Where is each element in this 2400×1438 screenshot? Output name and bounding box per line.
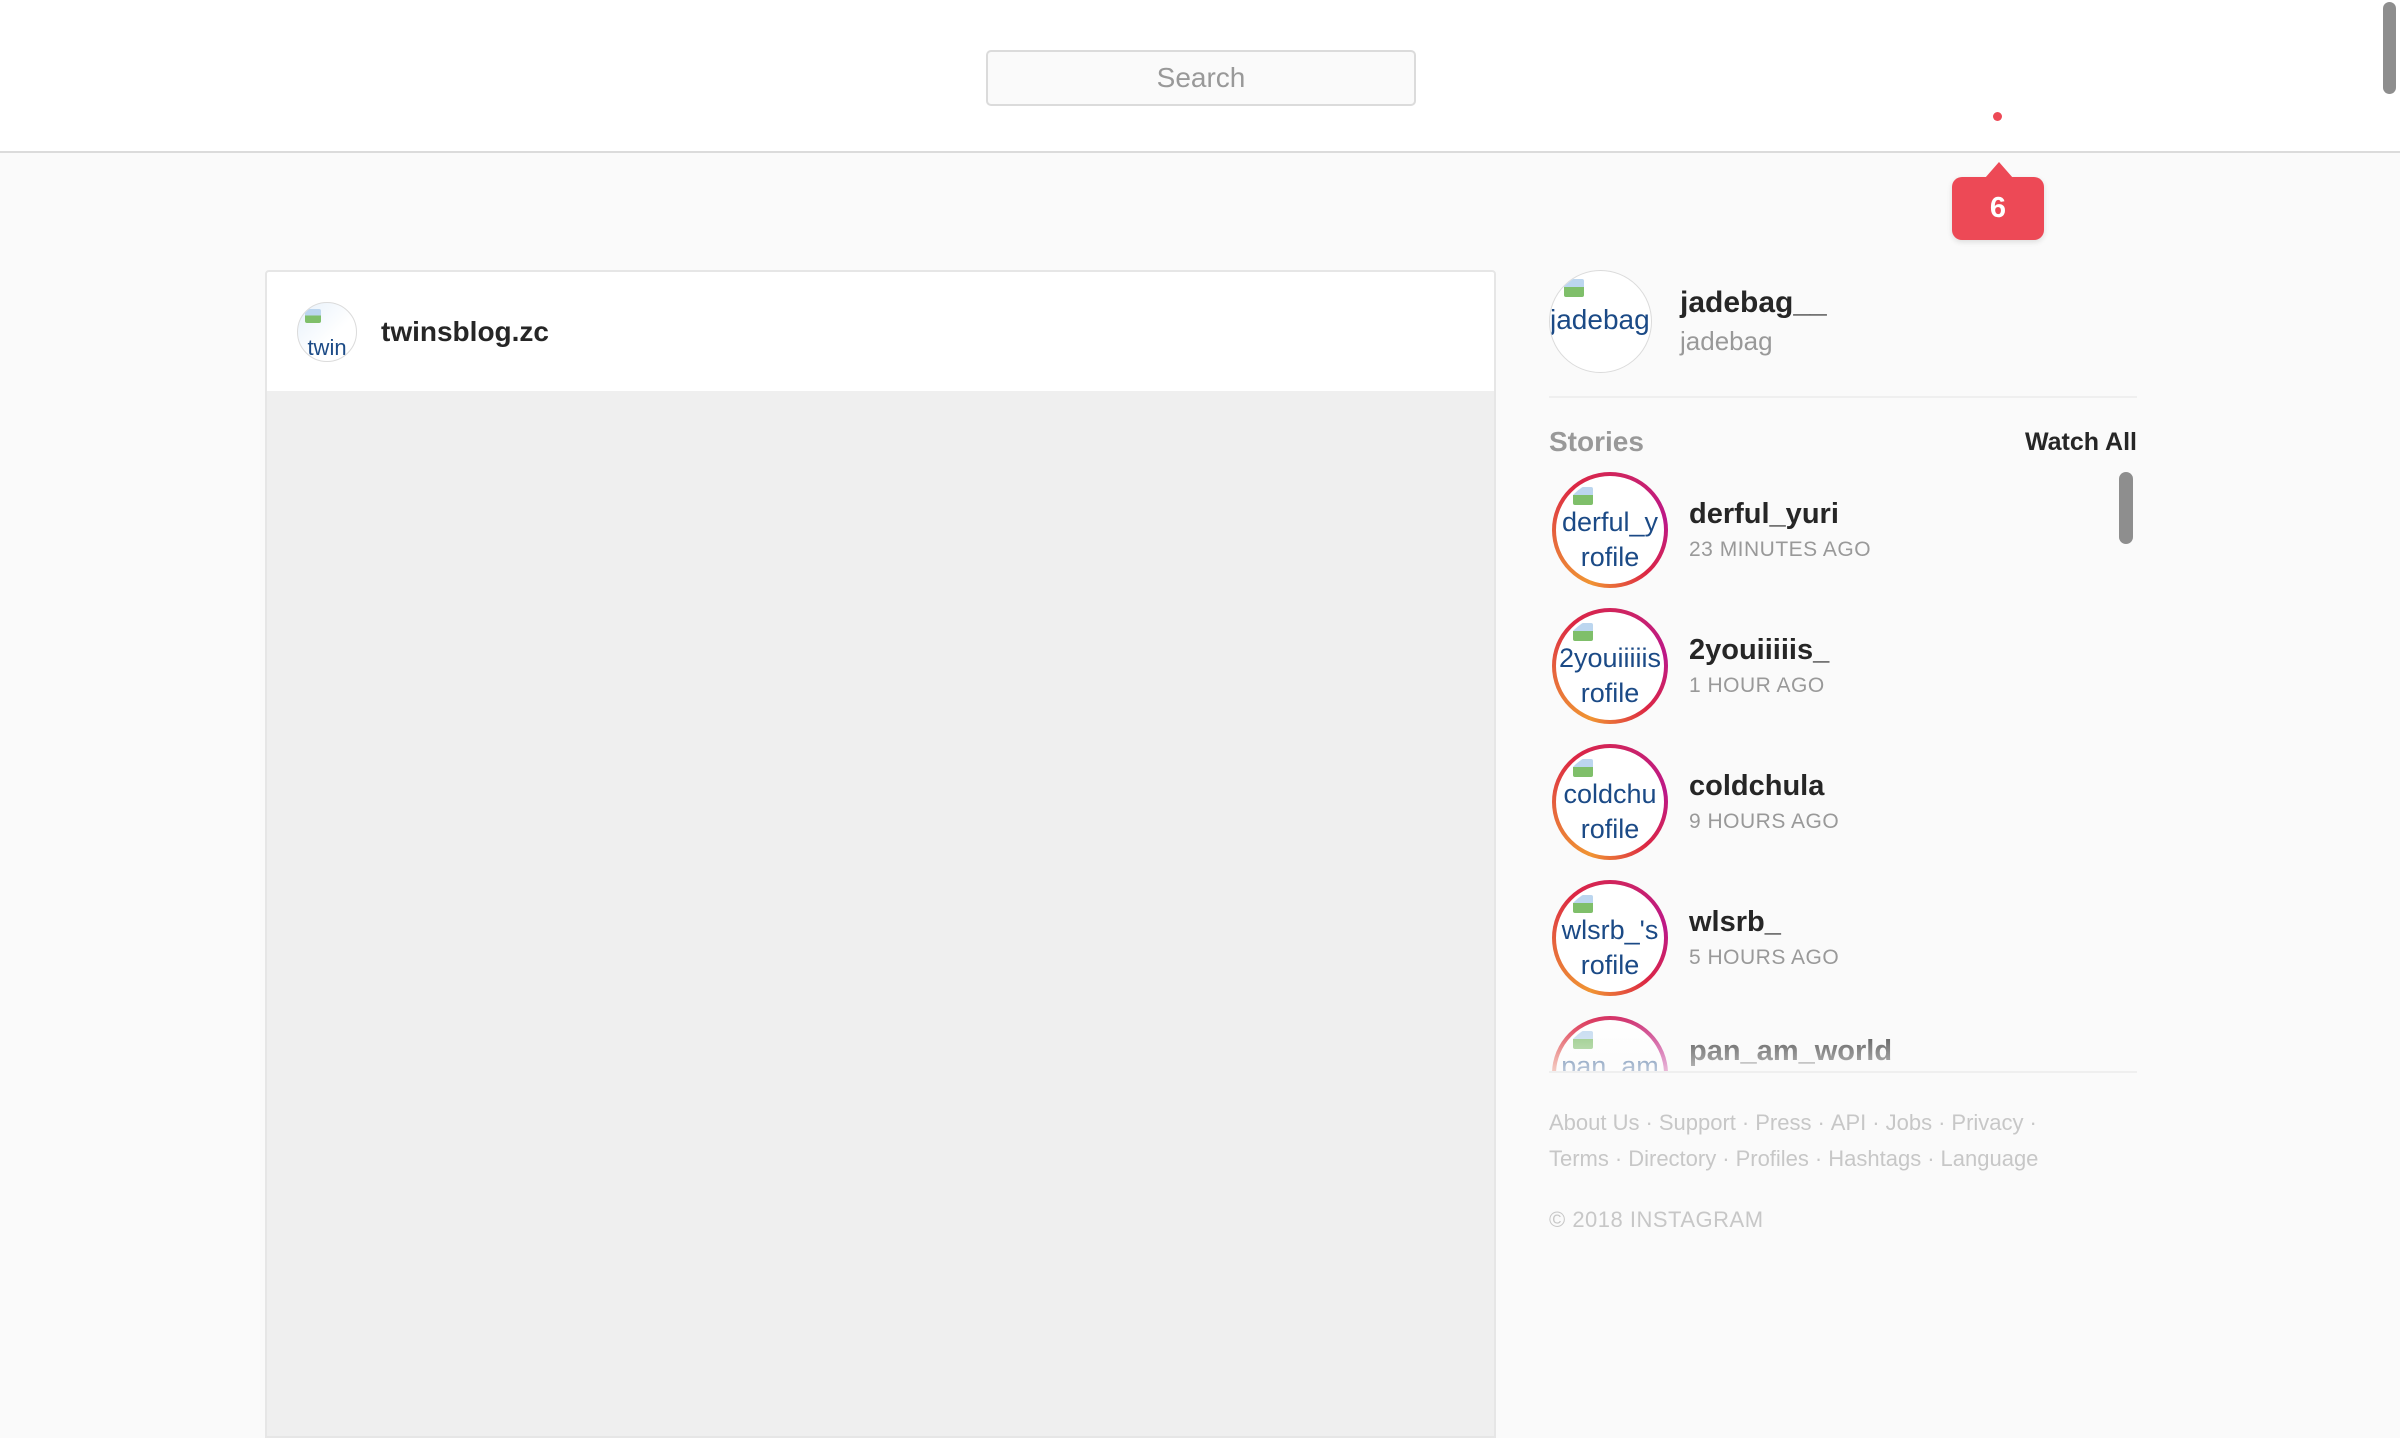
story-timestamp: 5 HOURS AGO — [1689, 946, 1840, 969]
story-avatar: 2youiiiiis rofile — [1556, 612, 1664, 720]
stories-header: Stories Watch All — [1549, 425, 2137, 459]
stories-title: Stories — [1549, 426, 1644, 457]
current-user-avatar-alt: jadebag rofile — [1550, 304, 1651, 335]
top-navigation-bar: Search — [0, 0, 2400, 153]
broken-image-icon — [1573, 895, 1593, 913]
search-input[interactable]: Search — [986, 50, 1416, 106]
broken-image-icon — [1573, 759, 1593, 777]
story-info: wlsrb_ 5 HOURS AGO — [1689, 906, 1839, 970]
current-user-fullname: jadebag — [1680, 326, 1773, 356]
story-avatar: wlsrb_'s rofile — [1556, 884, 1664, 992]
activity-notification-badge[interactable]: 6 — [1952, 162, 2044, 240]
footer-link-directory[interactable]: Directory — [1628, 1146, 1716, 1171]
story-avatar: coldchu rofile — [1556, 748, 1664, 856]
footer-link-language[interactable]: Language — [1941, 1146, 2039, 1171]
story-username: derful_yuri — [1689, 498, 1839, 530]
post-author-avatar[interactable]: twin — [297, 301, 357, 362]
story-ring: wlsrb_'s rofile — [1552, 880, 1668, 996]
story-avatar-alt: rofile — [1580, 814, 1640, 844]
post-author-username[interactable]: twinsblog.zc — [381, 316, 549, 348]
story-avatar-alt: derful_y — [1561, 507, 1659, 537]
story-avatar: derful_y rofile — [1556, 476, 1664, 584]
current-user-card: jadebag rofile jadebag__ jadebag — [1549, 270, 2137, 373]
feed-post: twin twinsblog.zc — [265, 270, 1496, 1438]
current-user-info: jadebag__ jadebag — [1680, 286, 1827, 357]
stories-list[interactable]: derful_y rofile derful_yuri 23 MINUTES A… — [1549, 470, 2137, 1071]
footer-link-profiles[interactable]: Profiles — [1736, 1146, 1809, 1171]
current-user-avatar[interactable]: jadebag rofile — [1549, 270, 1652, 373]
copyright-text: © 2018 INSTAGRAM — [1549, 1207, 1764, 1232]
footer-link-jobs[interactable]: Jobs — [1886, 1110, 1932, 1135]
sidebar-divider — [1549, 1071, 2137, 1073]
broken-image-icon — [305, 308, 321, 323]
broken-image-icon — [1573, 487, 1593, 505]
story-avatar-alt: rofile — [1580, 678, 1640, 708]
story-avatar-alt: rofile — [1580, 542, 1640, 572]
post-header: twin twinsblog.zc — [267, 272, 1494, 392]
stories-scrollbar[interactable] — [2119, 472, 2133, 544]
stories-fade-overlay — [1549, 1011, 2137, 1071]
story-item[interactable]: wlsrb_'s rofile wlsrb_ 5 HOURS AGO — [1552, 880, 1839, 996]
story-timestamp: 1 HOUR AGO — [1689, 674, 1825, 697]
story-info: derful_yuri 23 MINUTES AGO — [1689, 498, 1871, 562]
search-placeholder: Search — [1156, 62, 1246, 93]
story-ring: derful_y rofile — [1552, 472, 1668, 588]
current-user-username[interactable]: jadebag__ — [1680, 286, 1827, 320]
post-avatar-alt-text: twin — [307, 334, 347, 360]
broken-image-icon — [1573, 623, 1593, 641]
footer-links: About Us · Support · Press · API · Jobs · Privacy ·… — [1549, 1110, 2039, 1171]
story-avatar-alt: 2youiiiiis — [1559, 643, 1662, 673]
story-item[interactable]: coldchu rofile coldchula 9 HOURS AGO — [1552, 744, 1839, 860]
notification-count: 6 — [1989, 192, 2007, 224]
watch-all-button[interactable]: Watch All — [2025, 428, 2137, 457]
story-avatar-alt: coldchu — [1563, 779, 1657, 809]
footer-link-press[interactable]: Press — [1755, 1110, 1811, 1135]
story-avatar-alt: rofile — [1580, 950, 1640, 980]
story-info: 2youiiiiis_ 1 HOUR AGO — [1689, 634, 1829, 698]
right-sidebar: jadebag rofile jadebag__ jadebag Stories… — [1549, 270, 2137, 1233]
story-item[interactable]: derful_y rofile derful_yuri 23 MINUTES A… — [1552, 472, 1871, 588]
story-username: wlsrb_ — [1689, 906, 1781, 938]
story-timestamp: 23 MINUTES AGO — [1689, 538, 1872, 561]
footer-link-support[interactable]: Support — [1659, 1110, 1736, 1135]
story-username: 2youiiiiis_ — [1689, 634, 1830, 666]
footer-link-hashtags[interactable]: Hashtags — [1828, 1146, 1921, 1171]
story-info: coldchula 9 HOURS AGO — [1689, 770, 1839, 834]
footer-link-about-us[interactable]: About Us — [1549, 1110, 1640, 1135]
story-timestamp: 9 HOURS AGO — [1689, 810, 1840, 833]
footer-link-privacy[interactable]: Privacy — [1951, 1110, 2023, 1135]
story-ring: 2youiiiiis rofile — [1552, 608, 1668, 724]
broken-image-icon — [1564, 279, 1584, 297]
post-media-placeholder[interactable] — [267, 392, 1494, 1436]
sidebar-divider — [1549, 396, 2137, 398]
story-ring: coldchu rofile — [1552, 744, 1668, 860]
story-avatar-alt: wlsrb_'s — [1561, 915, 1659, 945]
story-username: coldchula — [1689, 770, 1825, 802]
page-scrollbar[interactable] — [2383, 2, 2396, 94]
footer-link-terms[interactable]: Terms — [1549, 1146, 1609, 1171]
activity-notification-dot[interactable] — [1993, 112, 2002, 121]
footer-link-api[interactable]: API — [1831, 1110, 1866, 1135]
story-item[interactable]: 2youiiiiis rofile 2youiiiiis_ 1 HOUR AGO — [1552, 608, 1829, 724]
